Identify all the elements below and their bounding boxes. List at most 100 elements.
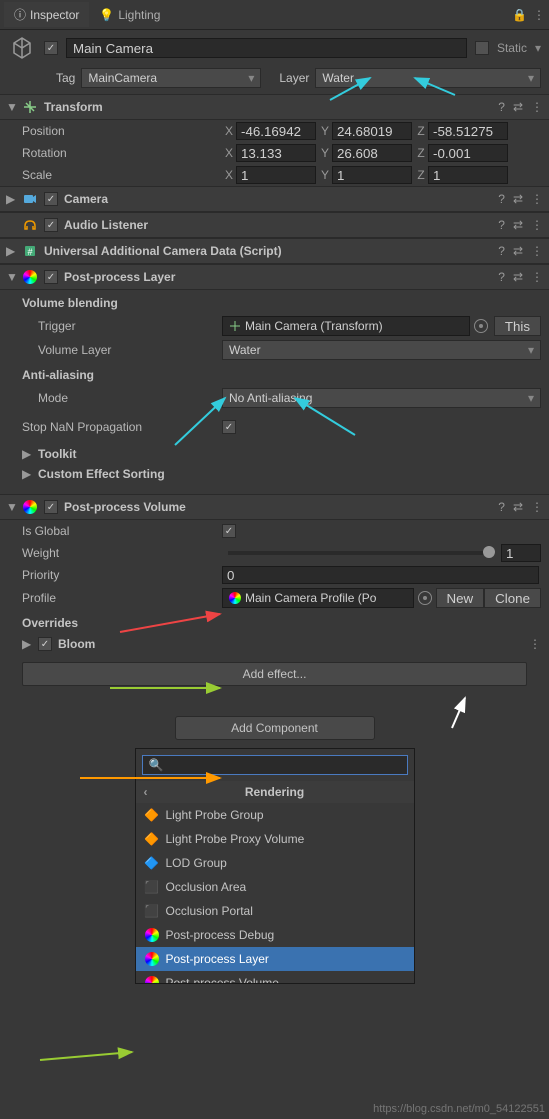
position-x[interactable] — [236, 122, 316, 140]
enabled-checkbox[interactable] — [44, 218, 58, 232]
foldout-icon[interactable]: ▶ — [22, 637, 32, 651]
priority-input[interactable] — [222, 566, 539, 584]
clone-button[interactable]: Clone — [484, 588, 541, 608]
toolkit-foldout[interactable]: ▶ Toolkit — [0, 444, 549, 464]
menu-icon[interactable]: ⋮ — [531, 500, 543, 514]
foldout-icon[interactable]: ▶ — [22, 467, 32, 481]
preset-icon[interactable]: ⇄ — [513, 244, 523, 258]
static-checkbox[interactable] — [475, 41, 489, 55]
menu-icon[interactable]: ⋮ — [531, 100, 543, 114]
static-dropdown-icon[interactable]: ▾ — [535, 41, 541, 55]
position-y[interactable] — [332, 122, 412, 140]
foldout-icon[interactable]: ▼ — [6, 270, 16, 284]
back-icon[interactable]: ‹ — [144, 785, 148, 799]
popup-item-pp-volume[interactable]: Post-process Volume — [136, 971, 414, 983]
add-effect-button[interactable]: Add effect... — [22, 662, 527, 686]
enabled-checkbox[interactable] — [44, 270, 58, 284]
object-picker-icon[interactable] — [418, 591, 432, 605]
pp-layer-header[interactable]: ▼ Post-process Layer ?⇄⋮ — [0, 264, 549, 290]
menu-icon[interactable]: ⋮ — [531, 192, 543, 206]
profile-field[interactable]: Main Camera Profile (Po — [222, 588, 414, 608]
menu-icon[interactable]: ⋮ — [531, 218, 543, 232]
help-icon[interactable]: ? — [498, 218, 505, 232]
trigger-field[interactable]: Main Camera (Transform) — [222, 316, 470, 336]
menu-icon[interactable]: ⋮ — [533, 8, 545, 22]
tab-lighting[interactable]: 💡 Lighting — [89, 4, 170, 26]
lock-icon[interactable]: 🔒 — [512, 8, 527, 22]
component-title: Camera — [64, 192, 492, 206]
transform-icon — [22, 99, 38, 115]
component-title: Post-process Volume — [64, 500, 492, 514]
transform-header[interactable]: ▼ Transform ?⇄⋮ — [0, 94, 549, 120]
foldout-icon[interactable]: ▶ — [6, 192, 16, 206]
x-label: X — [222, 124, 236, 138]
layer-dropdown[interactable]: Water — [315, 68, 541, 88]
custom-effect-foldout[interactable]: ▶ Custom Effect Sorting — [0, 464, 549, 484]
bloom-foldout[interactable]: ▶ Bloom ⋮ — [0, 634, 549, 654]
name-input[interactable] — [66, 38, 467, 58]
popup-item-pp-layer[interactable]: Post-process Layer — [136, 947, 414, 971]
foldout-icon[interactable]: ▶ — [6, 244, 16, 258]
bulb-icon: 💡 — [99, 8, 114, 22]
scale-z[interactable] — [428, 166, 508, 184]
universal-camera-header[interactable]: ▶ # Universal Additional Camera Data (Sc… — [0, 238, 549, 264]
rotation-z[interactable] — [428, 144, 508, 162]
popup-item-lod-group[interactable]: 🔷 LOD Group — [136, 851, 414, 875]
menu-icon[interactable]: ⋮ — [529, 637, 541, 651]
component-title: Audio Listener — [64, 218, 492, 232]
popup-item-occlusion-area[interactable]: ⬛ Occlusion Area — [136, 875, 414, 899]
is-global-checkbox[interactable] — [222, 524, 236, 538]
this-button[interactable]: This — [494, 316, 541, 336]
popup-item-pp-debug[interactable]: Post-process Debug — [136, 923, 414, 947]
tab-label: Lighting — [118, 8, 160, 22]
pp-volume-header[interactable]: ▼ Post-process Volume ? ⇄ ⋮ — [0, 494, 549, 520]
help-icon[interactable]: ? — [498, 244, 505, 258]
weight-value[interactable] — [501, 544, 541, 562]
tag-dropdown[interactable]: MainCamera — [81, 68, 261, 88]
popup-item-light-probe-group[interactable]: 🔶 Light Probe Group — [136, 803, 414, 827]
rotation-x[interactable] — [236, 144, 316, 162]
preset-icon[interactable]: ⇄ — [513, 192, 523, 206]
item-label: Occlusion Area — [166, 880, 247, 894]
stop-nan-checkbox[interactable] — [222, 420, 236, 434]
search-input[interactable] — [167, 758, 400, 773]
y-label: Y — [318, 168, 332, 182]
aa-mode-dropdown[interactable]: No Anti-aliasing — [222, 388, 541, 408]
item-label: Post-process Debug — [166, 928, 275, 942]
enabled-checkbox[interactable] — [44, 500, 58, 514]
help-icon[interactable]: ? — [498, 270, 505, 284]
popup-item-light-probe-proxy[interactable]: 🔶 Light Probe Proxy Volume — [136, 827, 414, 851]
tab-inspector[interactable]: ⓘ Inspector — [4, 2, 89, 27]
help-icon[interactable]: ? — [498, 500, 505, 514]
foldout-icon[interactable]: ▼ — [6, 100, 16, 114]
foldout-icon[interactable]: ▶ — [22, 447, 32, 461]
preset-icon[interactable]: ⇄ — [513, 270, 523, 284]
enabled-checkbox[interactable] — [44, 41, 58, 55]
headphone-icon — [22, 217, 38, 233]
popup-search[interactable]: 🔍 — [142, 755, 408, 775]
new-button[interactable]: New — [436, 588, 485, 608]
camera-header[interactable]: ▶ Camera ? ⇄ ⋮ — [0, 186, 549, 212]
help-icon[interactable]: ? — [498, 100, 505, 114]
volume-layer-dropdown[interactable]: Water — [222, 340, 541, 360]
position-row: Position X Y Z — [0, 120, 549, 142]
preset-icon[interactable]: ⇄ — [513, 218, 523, 232]
preset-icon[interactable]: ⇄ — [513, 500, 523, 514]
popup-item-occlusion-portal[interactable]: ⬛ Occlusion Portal — [136, 899, 414, 923]
bloom-checkbox[interactable] — [38, 637, 52, 651]
menu-icon[interactable]: ⋮ — [531, 244, 543, 258]
weight-slider[interactable] — [228, 551, 495, 555]
scale-y[interactable] — [332, 166, 412, 184]
rotation-y[interactable] — [332, 144, 412, 162]
scale-x[interactable] — [236, 166, 316, 184]
item-label: Occlusion Portal — [166, 904, 253, 918]
audio-listener-header[interactable]: ▶ Audio Listener ?⇄⋮ — [0, 212, 549, 238]
position-z[interactable] — [428, 122, 508, 140]
foldout-icon[interactable]: ▼ — [6, 500, 16, 514]
help-icon[interactable]: ? — [498, 192, 505, 206]
menu-icon[interactable]: ⋮ — [531, 270, 543, 284]
add-component-button[interactable]: Add Component — [175, 716, 375, 740]
preset-icon[interactable]: ⇄ — [513, 100, 523, 114]
object-picker-icon[interactable] — [474, 319, 488, 333]
enabled-checkbox[interactable] — [44, 192, 58, 206]
